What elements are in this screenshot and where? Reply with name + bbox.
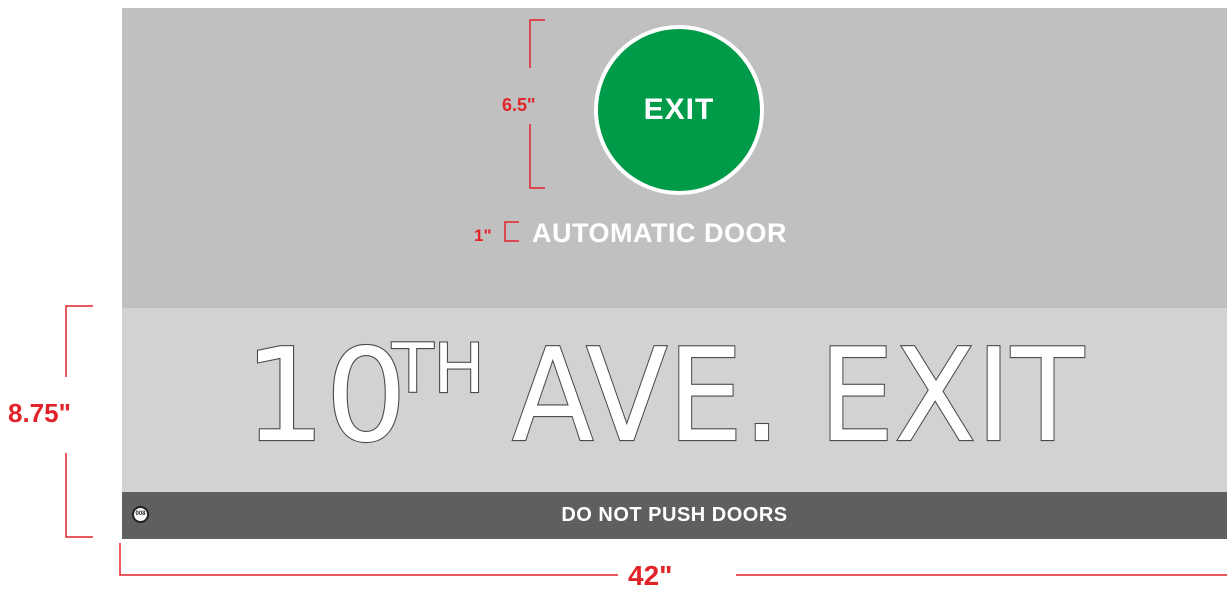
- text-height-bracket: [504, 221, 519, 242]
- text-height-label: 1": [474, 226, 492, 245]
- circle-height-label: 6.5": [502, 95, 536, 115]
- sign-graphics: 10 TH AVE. EXIT: [65, 19, 1227, 576]
- sign-height-label: 8.75": [8, 398, 71, 428]
- title-street-exit: AVE. EXIT: [512, 322, 1085, 471]
- sign-width-bracket: [119, 543, 1227, 576]
- title-number: 10: [244, 322, 407, 471]
- title-superscript: TH: [391, 330, 485, 409]
- sign-width-label: 42": [628, 560, 673, 591]
